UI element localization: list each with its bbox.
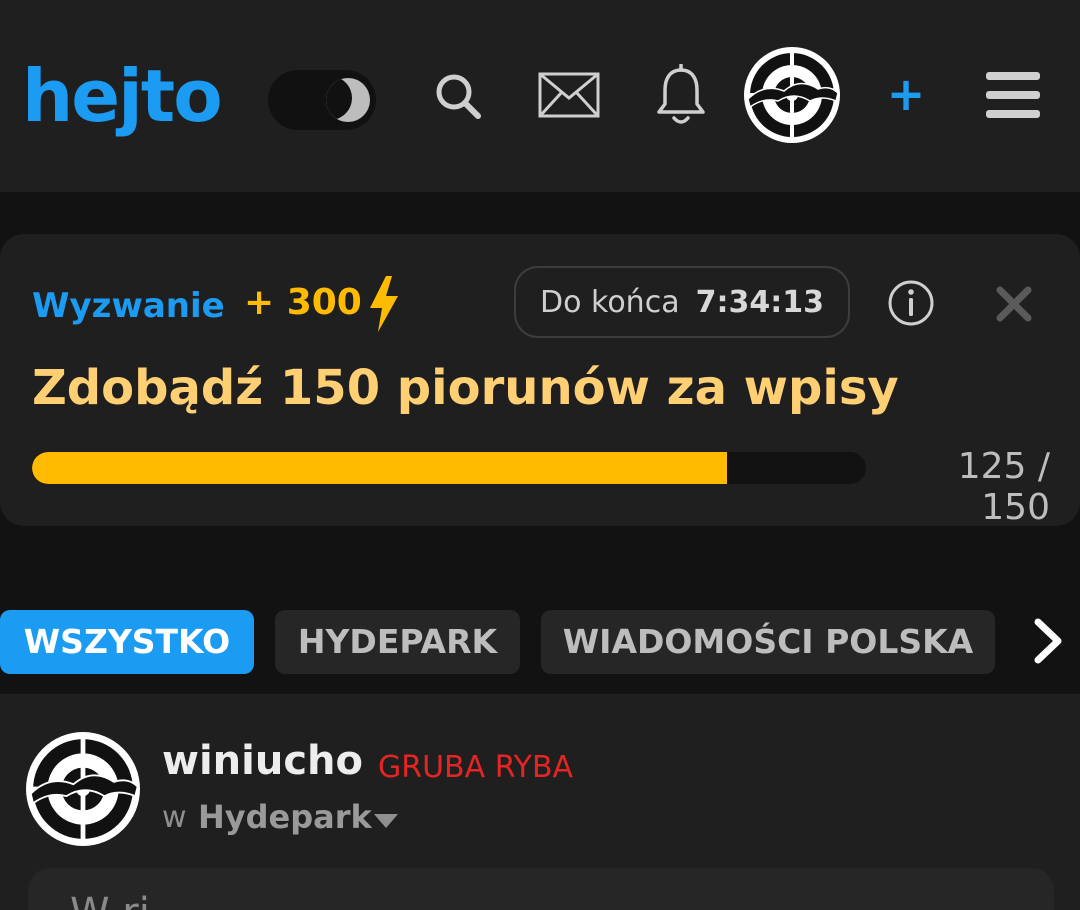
timer-label: Do końca <box>540 284 680 320</box>
info-icon[interactable] <box>886 278 936 328</box>
post-community-link[interactable]: Hydepark <box>198 798 372 836</box>
chevron-right-icon[interactable] <box>1028 618 1068 664</box>
plus-icon[interactable]: + <box>886 62 926 126</box>
challenge-progress-bar <box>32 452 866 484</box>
challenge-label: Wyzwanie <box>32 286 225 326</box>
challenge-card: Wyzwanie + 300 Do końca 7:34:13 Zdobądź … <box>0 234 1080 528</box>
close-icon[interactable] <box>996 286 1032 322</box>
user-avatar[interactable] <box>744 47 840 143</box>
category-tabs: WSZYSTKO HYDEPARK WIADOMOŚCI POLSKA <box>0 596 1080 692</box>
lightning-bolt-icon <box>370 276 398 332</box>
top-bar: hejto + <box>0 0 1080 192</box>
post-content-text: W ri <box>70 890 150 910</box>
moon-icon <box>326 78 370 122</box>
post-content[interactable]: W ri <box>28 868 1054 910</box>
hejto-logo[interactable]: hejto <box>22 60 223 132</box>
target-avatar-icon <box>745 48 839 142</box>
tab-wszystko[interactable]: WSZYSTKO <box>0 610 254 674</box>
target-avatar-icon <box>27 733 139 845</box>
theme-toggle[interactable] <box>268 70 376 130</box>
menu-icon[interactable] <box>986 70 1040 120</box>
challenge-points: + 300 <box>244 282 362 323</box>
user-rank-badge: GRUBA RYBA <box>378 750 574 785</box>
mail-icon[interactable] <box>538 72 600 118</box>
progress-fill <box>32 452 727 484</box>
search-icon[interactable] <box>434 72 482 120</box>
bell-icon[interactable] <box>656 64 706 128</box>
chevron-down-icon[interactable] <box>372 812 400 830</box>
community-prefix: w <box>162 800 187 835</box>
post-card: winiucho GRUBA RYBA w Hydepark W ri <box>0 694 1080 910</box>
timer-value: 7:34:13 <box>695 284 824 320</box>
challenge-timer: Do końca 7:34:13 <box>514 266 850 338</box>
tab-hydepark[interactable]: HYDEPARK <box>275 610 520 674</box>
tab-wiadomosci-polska[interactable]: WIADOMOŚCI POLSKA <box>541 610 995 674</box>
post-author-avatar[interactable] <box>26 732 140 846</box>
challenge-title: Zdobądź 150 piorunów za wpisy <box>32 360 899 416</box>
post-username[interactable]: winiucho <box>162 738 363 784</box>
progress-count: 125 / 150 <box>957 446 1050 528</box>
